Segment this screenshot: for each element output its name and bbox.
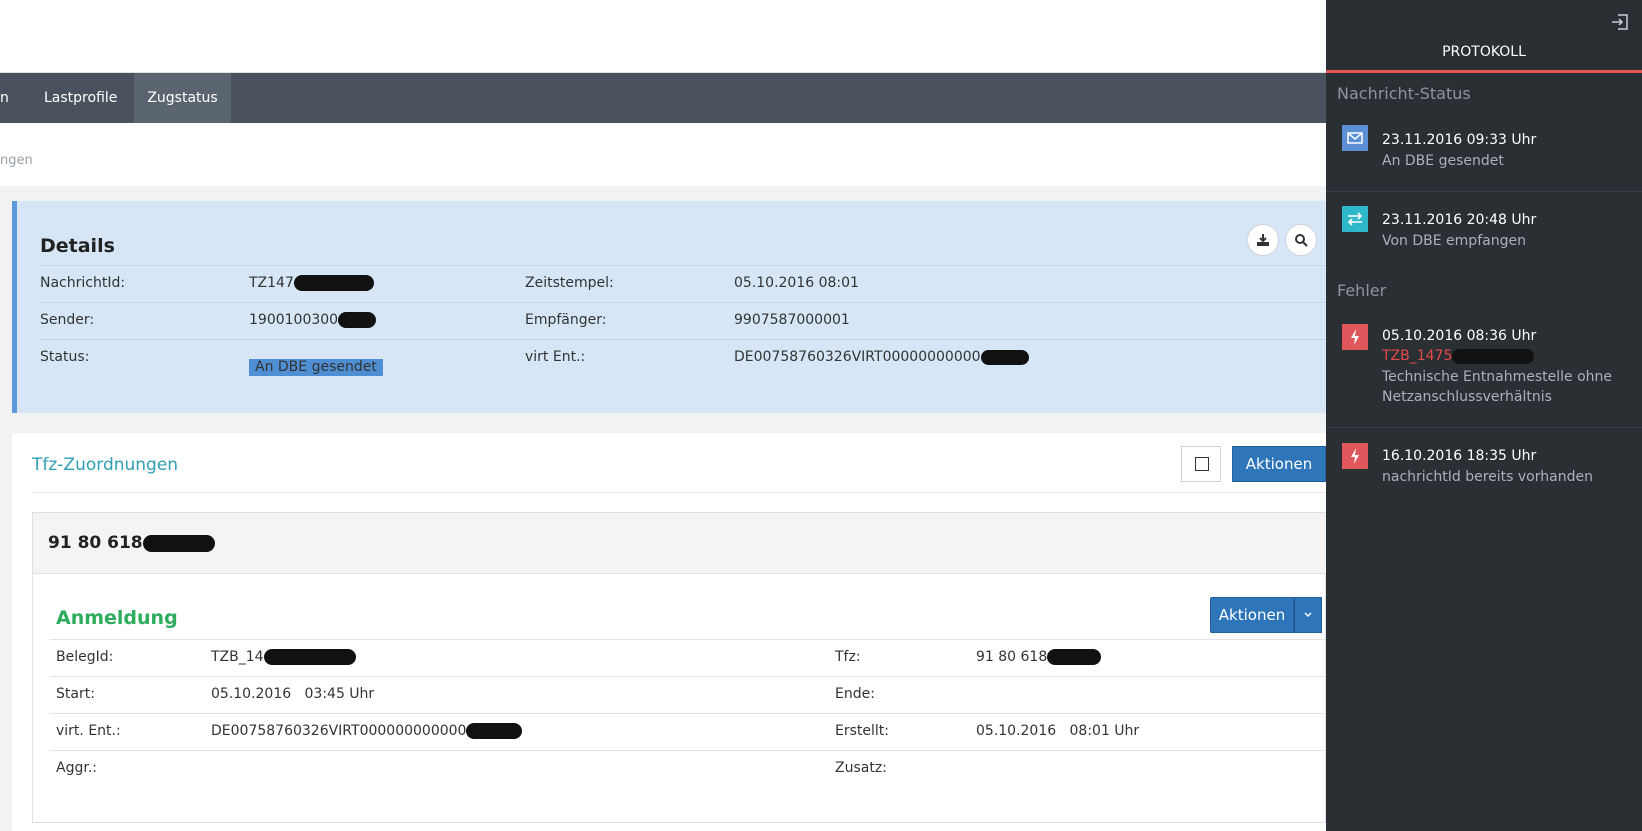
tfz-label: Tfz: xyxy=(835,649,861,665)
nachrichtid-value: TZ147 xyxy=(249,275,374,291)
status-label: Status: xyxy=(40,349,90,365)
details-panel: Details NachrichtId: TZ147 Zeitstempel: … xyxy=(12,201,1326,413)
tfz-zuordnungen-title: Tfz-Zuordnungen xyxy=(32,455,179,475)
status-entry: 23.11.2016 09:33 Uhr An DBE gesendet xyxy=(1326,112,1642,192)
protokoll-header: PROTOKOLL xyxy=(1326,0,1642,73)
exit-icon[interactable] xyxy=(1610,12,1630,32)
tfz-value: 91 80 618 xyxy=(976,649,1102,665)
redacted-scribble xyxy=(338,312,377,328)
chevron-down-icon xyxy=(1304,612,1312,618)
details-row: Sender: 1900100300 Empfänger: 9907587000… xyxy=(40,302,1326,339)
search-button[interactable] xyxy=(1285,224,1317,256)
anmeldung-row: virt. Ent.: DE00758760326VIRT00000000000… xyxy=(50,713,1326,750)
protokoll-title: PROTOKOLL xyxy=(1442,44,1526,60)
fehler-heading: Fehler xyxy=(1337,281,1387,300)
exchange-icon xyxy=(1342,206,1368,232)
zeitstempel-label: Zeitstempel: xyxy=(525,275,614,291)
envelope-icon xyxy=(1342,125,1368,151)
anmeldung-title: Anmeldung xyxy=(56,607,178,629)
empfaenger-label: Empfänger: xyxy=(525,312,607,328)
nachrichtid-label: NachrichtId: xyxy=(40,275,126,291)
sender-value: 1900100300 xyxy=(249,312,377,328)
error-entry: 05.10.2016 08:36 Uhr TZB_1475 Technische… xyxy=(1326,309,1642,428)
virt-ent-label: virt. Ent.: xyxy=(56,723,121,739)
anmeldung-actions-button[interactable]: Aktionen xyxy=(1210,597,1294,633)
details-title: Details xyxy=(40,235,115,257)
redacted-scribble xyxy=(466,723,523,739)
belegid-label: BelegId: xyxy=(56,649,114,665)
erstellt-value: 05.10.2016 08:01 Uhr xyxy=(976,723,1140,739)
entry-time: 05.10.2016 08:36 Uhr xyxy=(1382,328,1537,344)
nachricht-status-heading: Nachricht-Status xyxy=(1337,84,1471,103)
checkbox-icon xyxy=(1195,457,1209,471)
error-entry: 16.10.2016 18:35 Uhr nachrichtId bereits… xyxy=(1326,428,1642,508)
nav-item-lastprofile[interactable]: Lastprofile xyxy=(29,73,132,123)
erstellt-label: Erstellt: xyxy=(835,723,889,739)
zusatz-label: Zusatz: xyxy=(835,760,887,776)
entry-text: Von DBE empfangen xyxy=(1382,233,1526,249)
tfz-actions-label: Aktionen xyxy=(1245,455,1313,473)
empfaenger-value: 9907587000001 xyxy=(734,312,850,328)
entry-text: Technische Entnahmestelle ohne Netzansch… xyxy=(1382,369,1612,405)
main-content: n Lastprofile Zugstatus ngen Details Nac… xyxy=(0,0,1326,831)
tfz-actions-button[interactable]: Aktionen xyxy=(1232,446,1326,482)
entry-text: An DBE gesendet xyxy=(1382,153,1504,169)
entry-time: 23.11.2016 09:33 Uhr xyxy=(1382,132,1537,148)
anmeldung-row: BelegId: TZB_14 Tfz: 91 80 618 xyxy=(50,639,1326,676)
start-label: Start: xyxy=(56,686,95,702)
nav-item-partial[interactable]: n xyxy=(0,73,19,123)
search-icon xyxy=(1295,234,1308,247)
download-button[interactable] xyxy=(1247,224,1279,256)
virt-ent-value: DE00758760326VIRT000000000000 xyxy=(211,723,523,739)
entry-time: 23.11.2016 20:48 Uhr xyxy=(1382,212,1537,228)
breadcrumb[interactable]: ngen xyxy=(0,153,33,168)
select-all-checkbox[interactable] xyxy=(1181,446,1221,482)
train-title: 91 80 618 xyxy=(48,533,215,553)
anmeldung-row: Start: 05.10.2016 03:45 Uhr Ende: xyxy=(50,676,1326,713)
main-nav: n Lastprofile Zugstatus xyxy=(0,73,1326,123)
redacted-scribble xyxy=(1452,348,1535,364)
entry-time: 16.10.2016 18:35 Uhr xyxy=(1382,448,1537,464)
details-row: Status: An DBE gesendet virt Ent.: DE007… xyxy=(40,339,1326,376)
sender-label: Sender: xyxy=(40,312,95,328)
train-panel: 91 80 618 Anmeldung Aktionen BelegId: TZ… xyxy=(32,512,1326,823)
lightning-icon xyxy=(1342,443,1368,469)
entry-reference: TZB_1475 xyxy=(1382,348,1535,364)
details-row: NachrichtId: TZ147 Zeitstempel: 05.10.20… xyxy=(40,265,1326,302)
start-value: 05.10.2016 03:45 Uhr xyxy=(211,686,375,702)
protokoll-sidebar: PROTOKOLL Nachricht-Status 23.11.2016 09… xyxy=(1326,0,1642,831)
redacted-scribble xyxy=(263,649,356,665)
divider xyxy=(32,492,1326,493)
breadcrumb-bar: ngen xyxy=(0,123,1326,186)
redacted-scribble xyxy=(1047,649,1102,665)
belegid-value[interactable]: TZB_14 xyxy=(211,649,356,665)
virt-ent-label: virt Ent.: xyxy=(525,349,586,365)
download-icon xyxy=(1257,234,1269,246)
anmeldung-row: Aggr.: Zusatz: xyxy=(50,750,1326,787)
status-entry: 23.11.2016 20:48 Uhr Von DBE empfangen xyxy=(1326,192,1642,272)
anmeldung-actions-dropdown[interactable] xyxy=(1294,597,1322,633)
ende-label: Ende: xyxy=(835,686,875,702)
lightning-icon xyxy=(1342,324,1368,350)
train-header: 91 80 618 xyxy=(33,513,1326,574)
redacted-scribble xyxy=(293,275,374,291)
zeitstempel-value: 05.10.2016 08:01 xyxy=(734,275,859,291)
redacted-scribble xyxy=(142,534,215,552)
anmeldung-actions-label: Aktionen xyxy=(1218,606,1286,624)
nav-item-zugstatus[interactable]: Zugstatus xyxy=(134,73,231,123)
virt-ent-value: DE00758760326VIRT00000000000 xyxy=(734,349,1029,365)
entry-text: nachrichtId bereits vorhanden xyxy=(1382,469,1593,485)
aggr-label: Aggr.: xyxy=(56,760,97,776)
redacted-scribble xyxy=(980,349,1029,365)
top-header xyxy=(0,0,1326,73)
